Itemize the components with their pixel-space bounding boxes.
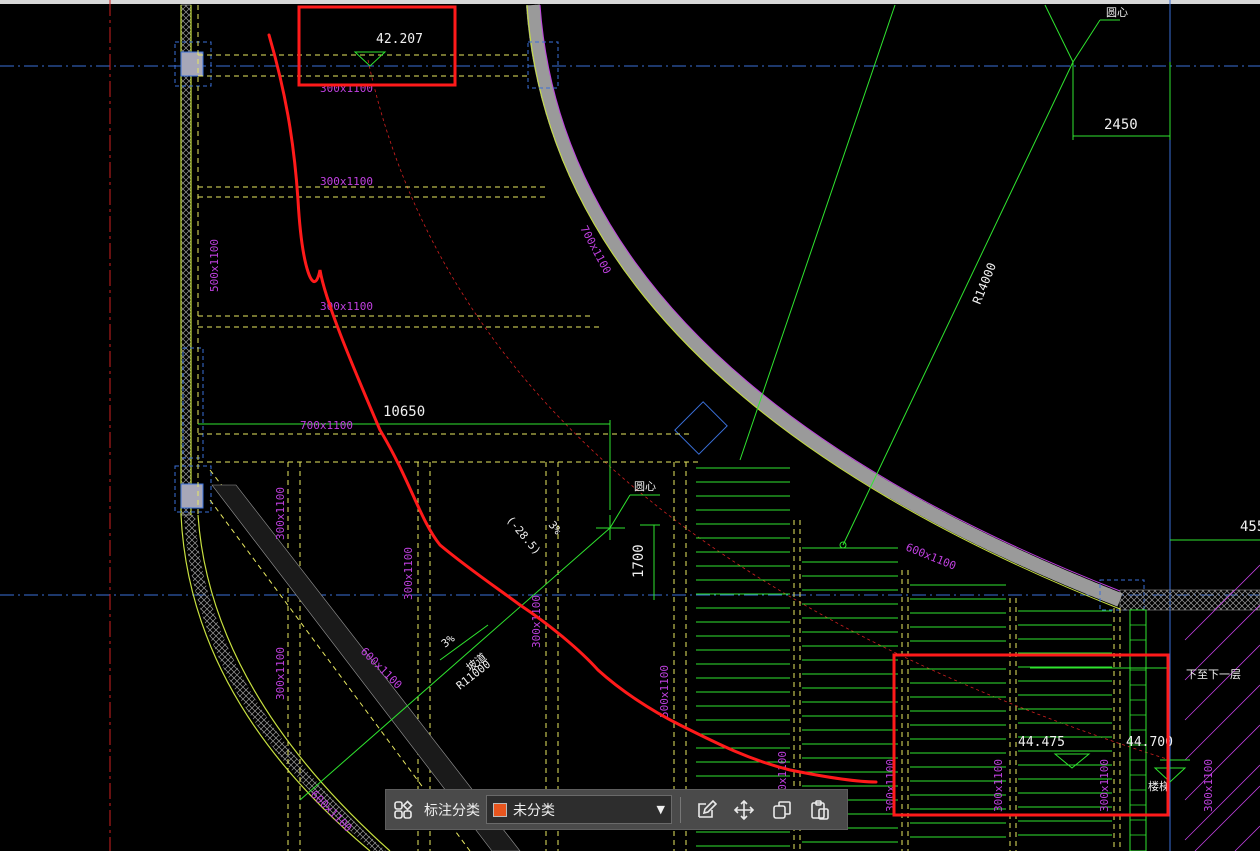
dimension-label-1700: 1700 (631, 544, 647, 578)
category-select-value: 未分类 (513, 802, 555, 819)
beam-label: 600x1100 (904, 541, 958, 573)
cad-drawing-canvas[interactable]: 42.207 10650 2450 455 1700 R14000 R11000… (0, 0, 1260, 851)
center-mark-label-2: 圆心 (634, 480, 656, 493)
left-wall (174, 4, 391, 851)
move-icon[interactable] (727, 793, 761, 827)
bottom-right-wall (1119, 589, 1260, 611)
category-select[interactable]: 未分类 ▼ (486, 795, 672, 824)
top-frame-strip (0, 0, 1260, 4)
beam-label: 300x1100 (402, 547, 415, 600)
annotation-toolbar: 标注分类 未分类 ▼ (385, 789, 848, 830)
center-mark-label-1: 圆心 (1106, 6, 1128, 19)
elevation-label-3: 44.700 (1126, 735, 1173, 750)
elev-marker-1 (353, 51, 387, 67)
beam-label: 300x1100 (274, 487, 287, 540)
dimension-label-10650: 10650 (383, 404, 425, 420)
beam-label: 300x1100 (1202, 759, 1215, 812)
category-color-swatch (493, 802, 507, 817)
toolbar-separator (680, 796, 681, 823)
beam-label: 300x1100 (992, 759, 1005, 812)
beam-label: 500x1100 (658, 665, 671, 718)
column-mid-left (180, 483, 204, 509)
down-note-label: 下至下一层 (1186, 668, 1241, 681)
paste-icon[interactable] (803, 793, 837, 827)
beam-lines (197, 5, 700, 851)
slope-label-2: 3% (546, 519, 565, 538)
dimension-label-455: 455 (1240, 519, 1260, 535)
elev-marker-2 (1053, 753, 1091, 769)
elevation-bracket-label: (-28.5) (504, 514, 544, 558)
edit-icon[interactable] (689, 793, 723, 827)
radius-label-big: R14000 (970, 261, 999, 306)
elevation-label-1: 42.207 (376, 32, 423, 47)
curved-wall (526, 4, 1145, 611)
beam-label: 300x1100 (274, 647, 287, 700)
beam-label: 500x1100 (208, 239, 221, 292)
dimension-label-2450: 2450 (1104, 117, 1138, 133)
beam-label: 700x1100 (300, 419, 353, 432)
beam-label: 300x1100 (320, 175, 373, 188)
column-top-left (180, 51, 204, 77)
slope-label: 3% (439, 632, 458, 651)
beam-label: 300x1100 (1098, 759, 1111, 812)
chevron-down-icon: ▼ (656, 803, 665, 816)
category-label: 标注分类 (424, 802, 480, 819)
layout-grid-icon[interactable] (386, 793, 420, 827)
elevation-label-2: 44.475 (1018, 735, 1065, 750)
copy-icon[interactable] (765, 793, 799, 827)
